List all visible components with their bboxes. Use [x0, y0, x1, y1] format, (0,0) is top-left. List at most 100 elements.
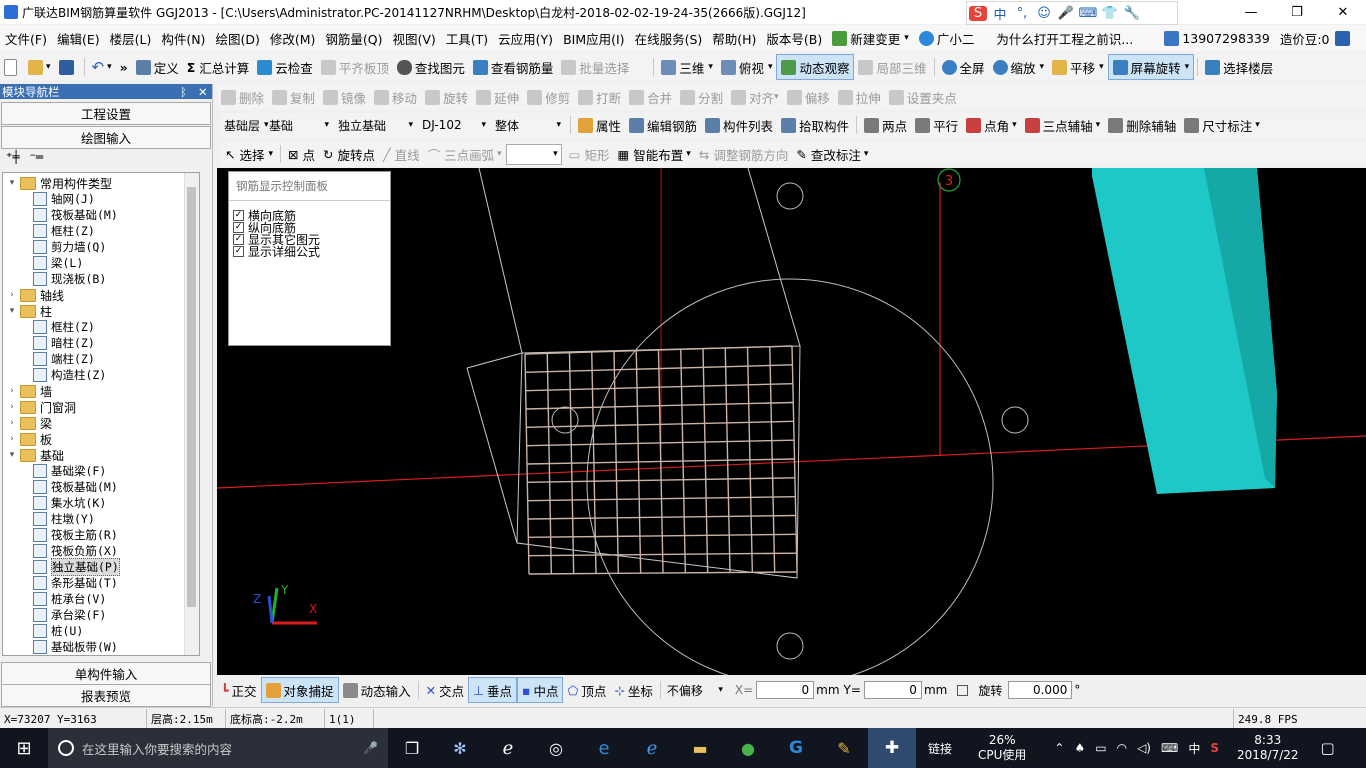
component-tree[interactable]: ▾ 常用构件类型 轴网(J) 筏板基础(M) 框柱(Z) 剪力墙(Q) 梁(L) 现浇板(B)…: [2, 172, 200, 656]
undo-icon[interactable]: ↶ ▾: [88, 55, 116, 79]
pin-icon[interactable]: ᛒ: [180, 85, 187, 99]
glodon-g-icon[interactable]: G: [772, 738, 820, 758]
adjust-rebar-dir-button[interactable]: ⇆ 调整钢筋方向: [695, 142, 793, 166]
dimension-button[interactable]: 尺寸标注 ▾: [1180, 113, 1264, 137]
tree-item[interactable]: 桩(U): [33, 623, 83, 639]
type-select[interactable]: 独立基础 ▾: [335, 116, 416, 135]
menu-rebar[interactable]: 钢筋量(Q): [320, 25, 387, 51]
tab-report-preview[interactable]: 报表预览: [1, 684, 211, 707]
local-3d-button[interactable]: 局部三维: [854, 55, 930, 79]
layer-select[interactable]: 基础层 ▾: [221, 116, 269, 135]
tree-item[interactable]: 基础梁(F): [33, 463, 106, 479]
delete-button[interactable]: 删除: [217, 85, 268, 109]
tree-folder[interactable]: › 板: [7, 431, 52, 447]
collapse-arrow-icon[interactable]: ▾: [7, 306, 17, 316]
menu-help[interactable]: 帮助(H): [707, 25, 761, 51]
checkbox-checked-icon[interactable]: ✓: [233, 245, 244, 257]
three-point-axis-button[interactable]: 三点辅轴 ▾: [1021, 113, 1105, 137]
sogou-logo-icon[interactable]: S: [969, 5, 987, 21]
screen-rotate-button[interactable]: 屏幕旋转 ▾: [1107, 54, 1195, 80]
midpoint-snap[interactable]: ▪ 中点: [516, 677, 564, 703]
tree-item[interactable]: 集水坑(K): [33, 495, 106, 511]
tree-item[interactable]: 剪力墙(Q): [33, 239, 106, 255]
notes-app-icon[interactable]: ✎: [820, 739, 868, 758]
tree-item[interactable]: 筏板基础(M): [33, 207, 118, 223]
tree-folder[interactable]: › 轴线: [7, 287, 64, 303]
new-change-button[interactable]: 新建变更 ▾: [827, 25, 914, 51]
ie-icon[interactable]: ℯ: [628, 738, 676, 759]
ime-tools-icon[interactable]: 🔧: [1121, 6, 1143, 21]
expand-arrow-icon[interactable]: ›: [7, 290, 17, 300]
tree-folder[interactable]: ▾ 常用构件类型: [7, 175, 112, 191]
collapse-arrow-icon[interactable]: ▾: [7, 178, 17, 188]
volume-icon[interactable]: ◁): [1137, 741, 1151, 755]
windows-start-icon[interactable]: ⊞: [0, 738, 48, 759]
ime-punct-icon[interactable]: °,: [1011, 6, 1033, 21]
tree-folder[interactable]: ▾ 基础: [7, 447, 64, 463]
trim-button[interactable]: 修剪: [523, 85, 574, 109]
new-file-icon[interactable]: [0, 55, 24, 79]
ime-mode[interactable]: 中: [989, 4, 1011, 23]
menu-view[interactable]: 视图(V): [387, 25, 440, 51]
checkbox-checked-icon[interactable]: ✓: [233, 233, 244, 245]
search-box[interactable]: 在这里输入你要搜索的内容 🎤: [48, 728, 388, 768]
point-angle-button[interactable]: 点角 ▾: [962, 113, 1021, 137]
tree-item[interactable]: 现浇板(B): [33, 271, 106, 287]
stretch-button[interactable]: 拉伸: [834, 85, 885, 109]
find-element-button[interactable]: 查找图元: [393, 55, 469, 79]
rotate-checkbox[interactable]: [957, 684, 969, 696]
ime-keyboard-icon[interactable]: ⌨: [1077, 6, 1099, 21]
3d-viewport[interactable]: 3 X Y Z 钢筋显示控制面板 ✓ 横向底筋 ✓ 纵向底筋 ✓ 显示其它图元 ✓ 显示…: [217, 168, 1366, 675]
menu-tools[interactable]: 工具(T): [441, 25, 493, 51]
tree-item[interactable]: 筏板基础(M): [33, 479, 118, 495]
fullscreen-button[interactable]: 全屏: [938, 55, 989, 79]
ime-toolbar[interactable]: S 中 °, ☺ 🎤 ⌨ 👕 🔧: [966, 1, 1178, 25]
checkbox-checked-icon[interactable]: ✓: [233, 209, 244, 221]
fan-app-icon[interactable]: ✻: [436, 739, 484, 758]
checkbox-checked-icon[interactable]: ✓: [233, 221, 244, 233]
keyboard-icon[interactable]: ⌨: [1161, 741, 1178, 755]
sogou-tray-icon[interactable]: S: [1210, 741, 1219, 755]
arc-value-select[interactable]: ▾: [505, 143, 562, 165]
view-rebar-qty-button[interactable]: 查看钢筋量: [469, 55, 558, 79]
offset-button[interactable]: 偏移: [783, 85, 834, 109]
vertex-snap[interactable]: ⬠ 顶点: [563, 678, 610, 702]
object-snap-toggle[interactable]: 对象捕捉: [260, 677, 339, 703]
tab-single-component-input[interactable]: 单构件输入: [1, 662, 211, 685]
align-slab-top-button[interactable]: 平齐板顶: [317, 55, 393, 79]
price-bean[interactable]: 造价豆:0: [1275, 25, 1359, 51]
tab-project-settings[interactable]: 工程设置: [1, 102, 211, 125]
rotate-input[interactable]: 0.000: [1008, 681, 1073, 699]
category-select[interactable]: 基础 ▾: [266, 116, 332, 135]
zoom-button[interactable]: 缩放 ▾: [989, 55, 1049, 79]
tree-item[interactable]: 轴网(J): [33, 191, 95, 207]
expand-arrow-icon[interactable]: ›: [7, 418, 17, 428]
save-icon[interactable]: [55, 55, 81, 79]
summary-calc-button[interactable]: Σ 汇总计算: [183, 55, 254, 79]
ime-emoji-icon[interactable]: ☺: [1033, 6, 1055, 21]
tree-item[interactable]: 柱墩(Y): [33, 511, 95, 527]
minimize-button[interactable]: —: [1228, 0, 1274, 24]
mirror-button[interactable]: 镜像: [319, 85, 370, 109]
menu-cloud[interactable]: 云应用(Y): [493, 25, 558, 51]
tree-item[interactable]: 框柱(Z): [33, 223, 95, 239]
menu-component[interactable]: 构件(N): [156, 25, 210, 51]
expand-arrow-icon[interactable]: ›: [7, 386, 17, 396]
x-input[interactable]: 0: [756, 681, 815, 699]
line-button[interactable]: ╱ 直线: [379, 142, 424, 166]
rotate-button[interactable]: 旋转: [421, 85, 472, 109]
modify-label-button[interactable]: ✎ 查改标注 ▾: [792, 142, 872, 166]
arc-button[interactable]: ⌒ 三点画弧 ▾: [424, 142, 506, 166]
component-list-button[interactable]: 构件列表: [701, 113, 777, 137]
ime-lang[interactable]: 中: [1188, 740, 1200, 757]
tree-item[interactable]: 框柱(Z): [33, 319, 95, 335]
expand-arrow-icon[interactable]: ›: [7, 434, 17, 444]
file-explorer-icon[interactable]: ▬: [676, 739, 724, 758]
phone-account[interactable]: 13907298339: [1159, 25, 1274, 51]
tree-item[interactable]: 端柱(Z): [33, 351, 95, 367]
cpu-usage[interactable]: 26% CPU使用: [978, 733, 1026, 763]
microphone-icon[interactable]: 🎤: [363, 741, 378, 755]
edge-icon[interactable]: e: [580, 738, 628, 759]
menu-draw[interactable]: 绘图(D): [210, 25, 264, 51]
set-grip-button[interactable]: 设置夹点: [885, 85, 961, 109]
